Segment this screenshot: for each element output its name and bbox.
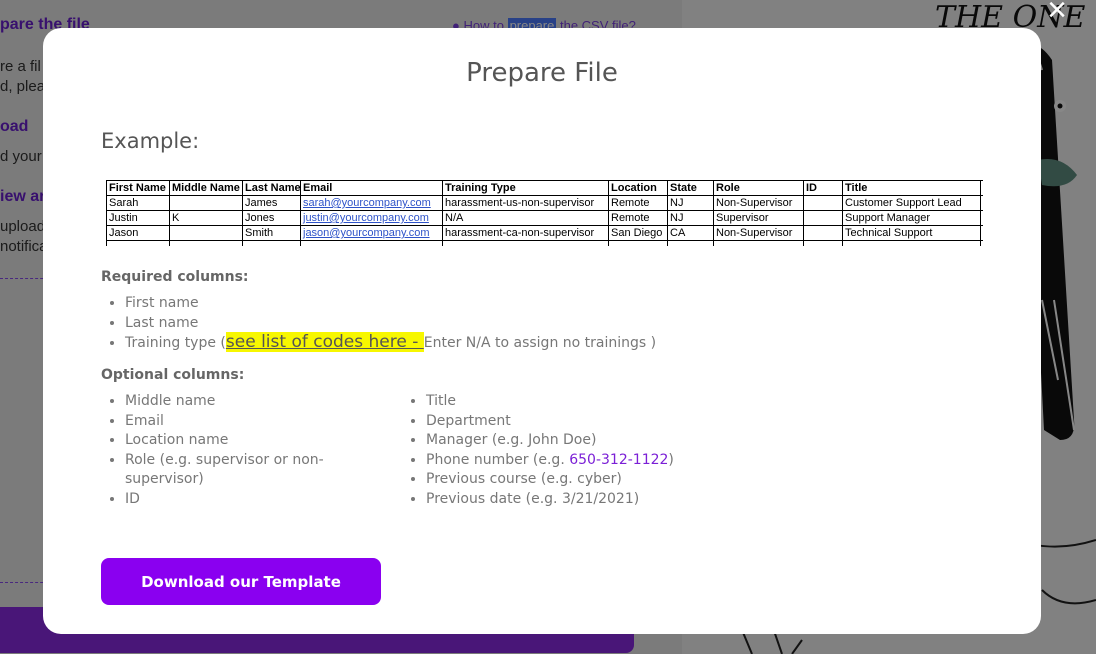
sheet-cell: CA	[667, 225, 714, 241]
sheet-cell: Customer Support Lead	[842, 195, 981, 211]
codes-list-link[interactable]: see list of codes here -	[225, 332, 424, 353]
required-columns-list: First name Last name Training type (see …	[101, 294, 825, 354]
sheet-cell	[442, 240, 609, 246]
list-item: Location name	[125, 431, 360, 451]
phone-suffix: )	[668, 451, 674, 468]
sheet-cell	[242, 240, 301, 246]
sheet-cell	[300, 240, 443, 246]
sheet-cell: Remote	[608, 210, 668, 226]
sheet-cell: Technical Support	[842, 225, 981, 241]
phone-link[interactable]: 650-312-1122	[569, 452, 668, 468]
sheet-cell	[713, 240, 804, 246]
sheet-header-cell: Training Type	[442, 180, 609, 196]
example-label: Example:	[101, 129, 200, 153]
sheet-cell	[803, 195, 843, 211]
sheet-header-cell: First Name	[106, 180, 170, 196]
list-item-phone: Phone number (e.g. 650-312-1122)	[426, 451, 826, 471]
sheet-cell: Smith	[242, 225, 301, 241]
sheet-cell	[803, 225, 843, 241]
example-spreadsheet: First Name Middle Name Last Name Email T…	[106, 180, 983, 246]
sheet-cell: Jason	[106, 225, 170, 241]
sheet-cell	[608, 240, 668, 246]
sheet-cell	[667, 240, 714, 246]
optional-columns-list-left: Middle name Email Location name Role (e.…	[101, 392, 360, 510]
sheet-cell-email: sarah@yourcompany.com	[300, 195, 443, 211]
sheet-cell: NJ	[667, 210, 714, 226]
download-template-button[interactable]: Download our Template	[101, 558, 381, 605]
sheet-row: Jason Smith jason@yourcompany.com harass…	[106, 225, 983, 241]
sheet-cell	[842, 240, 981, 246]
sheet-header-cell: Last Name	[242, 180, 301, 196]
sheet-cell: Non-Supervisor	[713, 195, 804, 211]
optional-columns-heading: Optional columns:	[101, 367, 245, 383]
sheet-header-cell: Location	[608, 180, 668, 196]
training-type-label: Training type (	[125, 335, 226, 352]
list-item: Middle name	[125, 392, 360, 412]
sheet-cell: Support Manager	[842, 210, 981, 226]
sheet-cell: Sarah	[106, 195, 170, 211]
sheet-header-cell: State	[667, 180, 714, 196]
sheet-header-cell: Title	[842, 180, 981, 196]
sheet-cell: harassment-us-non-supervisor	[442, 195, 609, 211]
list-item-training-type: Training type (see list of codes here - …	[125, 332, 825, 354]
sheet-row	[106, 240, 983, 246]
list-item: Last name	[125, 314, 825, 334]
list-item: Title	[426, 392, 826, 412]
sheet-cell: Non-Supervisor	[713, 225, 804, 241]
sheet-cell	[980, 195, 983, 211]
sheet-cell: Justin	[106, 210, 170, 226]
modal-title: Prepare File	[466, 58, 618, 88]
sheet-cell: Supervisor	[713, 210, 804, 226]
sheet-row: Sarah James sarah@yourcompany.com harass…	[106, 195, 983, 211]
sheet-cell: Jones	[242, 210, 301, 226]
sheet-cell	[169, 240, 243, 246]
phone-label: Phone number (e.g.	[426, 451, 570, 468]
list-item: Department	[426, 412, 826, 432]
sheet-cell	[980, 240, 983, 246]
sheet-header-cell: ID	[803, 180, 843, 196]
sheet-cell	[106, 240, 170, 246]
list-item: First name	[125, 294, 825, 314]
sheet-cell-email: jason@yourcompany.com	[300, 225, 443, 241]
sheet-cell	[803, 210, 843, 226]
training-type-note: Enter N/A to assign no trainings )	[423, 335, 657, 352]
prepare-file-modal: Prepare File Example: First Name Middle …	[43, 28, 1041, 634]
sheet-cell: K	[169, 210, 243, 226]
sheet-cell: Remote	[608, 195, 668, 211]
optional-columns-list-right: Title Department Manager (e.g. John Doe)…	[402, 392, 826, 510]
list-item: Previous course (e.g. cyber)	[426, 470, 826, 490]
close-icon[interactable]: ×	[1040, 0, 1074, 27]
sheet-cell: San Diego	[608, 225, 668, 241]
sheet-cell: NJ	[667, 195, 714, 211]
list-item: Email	[125, 412, 360, 432]
sheet-header-row: First Name Middle Name Last Name Email T…	[106, 180, 983, 196]
list-item: Role (e.g. supervisor or non-supervisor)	[125, 451, 360, 490]
sheet-cell-email: justin@yourcompany.com	[300, 210, 443, 226]
sheet-header-cell: Middle Name	[169, 180, 243, 196]
sheet-cell: harassment-ca-non-supervisor	[442, 225, 609, 241]
list-item: Manager (e.g. John Doe)	[426, 431, 826, 451]
required-columns-heading: Required columns:	[101, 269, 249, 285]
sheet-cell	[980, 225, 983, 241]
sheet-cell	[803, 240, 843, 246]
sheet-header-cell: Role	[713, 180, 804, 196]
sheet-cell: James	[242, 195, 301, 211]
sheet-cell	[980, 210, 983, 226]
sheet-header-cell: Email	[300, 180, 443, 196]
list-item: ID	[125, 490, 360, 510]
sheet-row: Justin K Jones justin@yourcompany.com N/…	[106, 210, 983, 226]
sheet-header-cell	[980, 180, 983, 196]
sheet-cell	[169, 195, 243, 211]
sheet-cell: N/A	[442, 210, 609, 226]
sheet-cell	[169, 225, 243, 241]
list-item: Previous date (e.g. 3/21/2021)	[426, 490, 826, 510]
